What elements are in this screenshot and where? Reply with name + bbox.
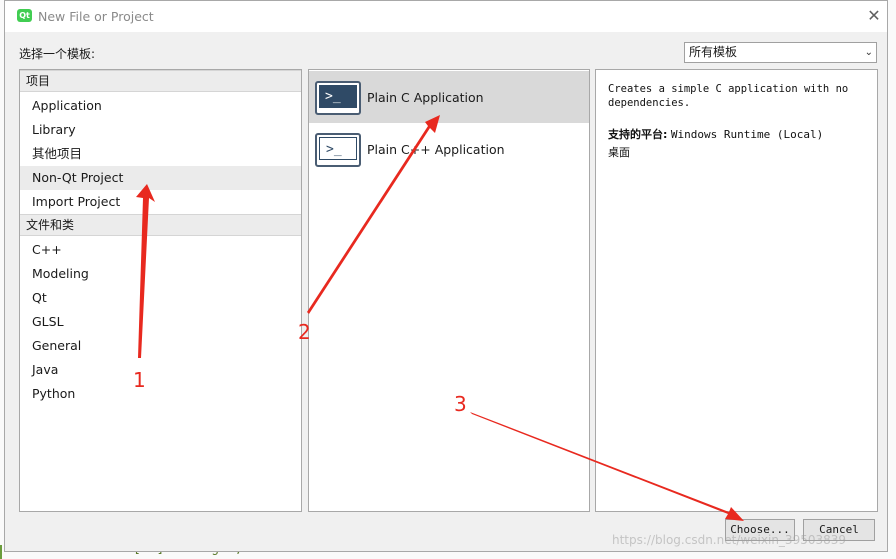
template-filter-select[interactable]: 所有模板 ⌄ [684, 42, 877, 63]
template-name: Plain C Application [367, 90, 484, 105]
annotation-label-1: 1 [133, 368, 146, 392]
terminal-icon: >_ [315, 81, 361, 115]
window-title: New File or Project [38, 9, 154, 24]
category-item-import-project[interactable]: Import Project [20, 190, 301, 214]
category-item-modeling[interactable]: Modeling [20, 262, 301, 286]
title-bar: Qt New File or Project ✕ [5, 1, 887, 32]
category-item-application[interactable]: Application [20, 94, 301, 118]
template-prompt: 选择一个模板: [19, 47, 96, 61]
platforms-label: 支持的平台: [608, 128, 668, 141]
category-header-files-classes: 文件和类 [20, 214, 301, 236]
category-item-java[interactable]: Java [20, 358, 301, 382]
category-item-python[interactable]: Python [20, 382, 301, 406]
platforms-extra: 桌面 [608, 146, 630, 159]
template-name: Plain C++ Application [367, 142, 505, 157]
template-details: Creates a simple C application with no d… [595, 69, 878, 512]
annotation-label-3: 3 [454, 392, 467, 416]
category-item-general[interactable]: General [20, 334, 301, 358]
filter-selected-value: 所有模板 [689, 45, 738, 59]
chevron-down-icon: ⌄ [864, 47, 873, 58]
platforms-value: Windows Runtime (Local) [670, 128, 824, 141]
close-icon[interactable]: ✕ [863, 5, 885, 27]
category-list: 项目 Application Library 其他项目 Non-Qt Proje… [19, 69, 302, 512]
template-description: Creates a simple C application with no d… [608, 83, 849, 109]
watermark-text: https://blog.csdn.net/weixin_39503839 [612, 533, 847, 547]
template-item-plain-c[interactable]: >_ Plain C Application [309, 71, 589, 123]
template-item-plain-cpp[interactable]: >_ Plain C++ Application [309, 123, 589, 175]
category-item-other-project[interactable]: 其他项目 [20, 142, 301, 166]
category-header-projects: 项目 [20, 70, 301, 92]
terminal-icon: >_ [315, 133, 361, 167]
category-item-glsl[interactable]: GLSL [20, 310, 301, 334]
new-project-dialog: Qt New File or Project ✕ 选择一个模板: 所有模板 ⌄ … [4, 0, 888, 552]
template-list: >_ Plain C Application >_ Plain C++ Appl… [308, 69, 590, 512]
category-item-qt[interactable]: Qt [20, 286, 301, 310]
qt-logo-icon: Qt [17, 9, 32, 22]
category-item-cpp[interactable]: C++ [20, 238, 301, 262]
category-item-non-qt-project[interactable]: Non-Qt Project [20, 166, 301, 190]
annotation-label-2: 2 [298, 320, 311, 344]
category-item-library[interactable]: Library [20, 118, 301, 142]
supported-platforms: 支持的平台: Windows Runtime (Local) [608, 126, 823, 142]
